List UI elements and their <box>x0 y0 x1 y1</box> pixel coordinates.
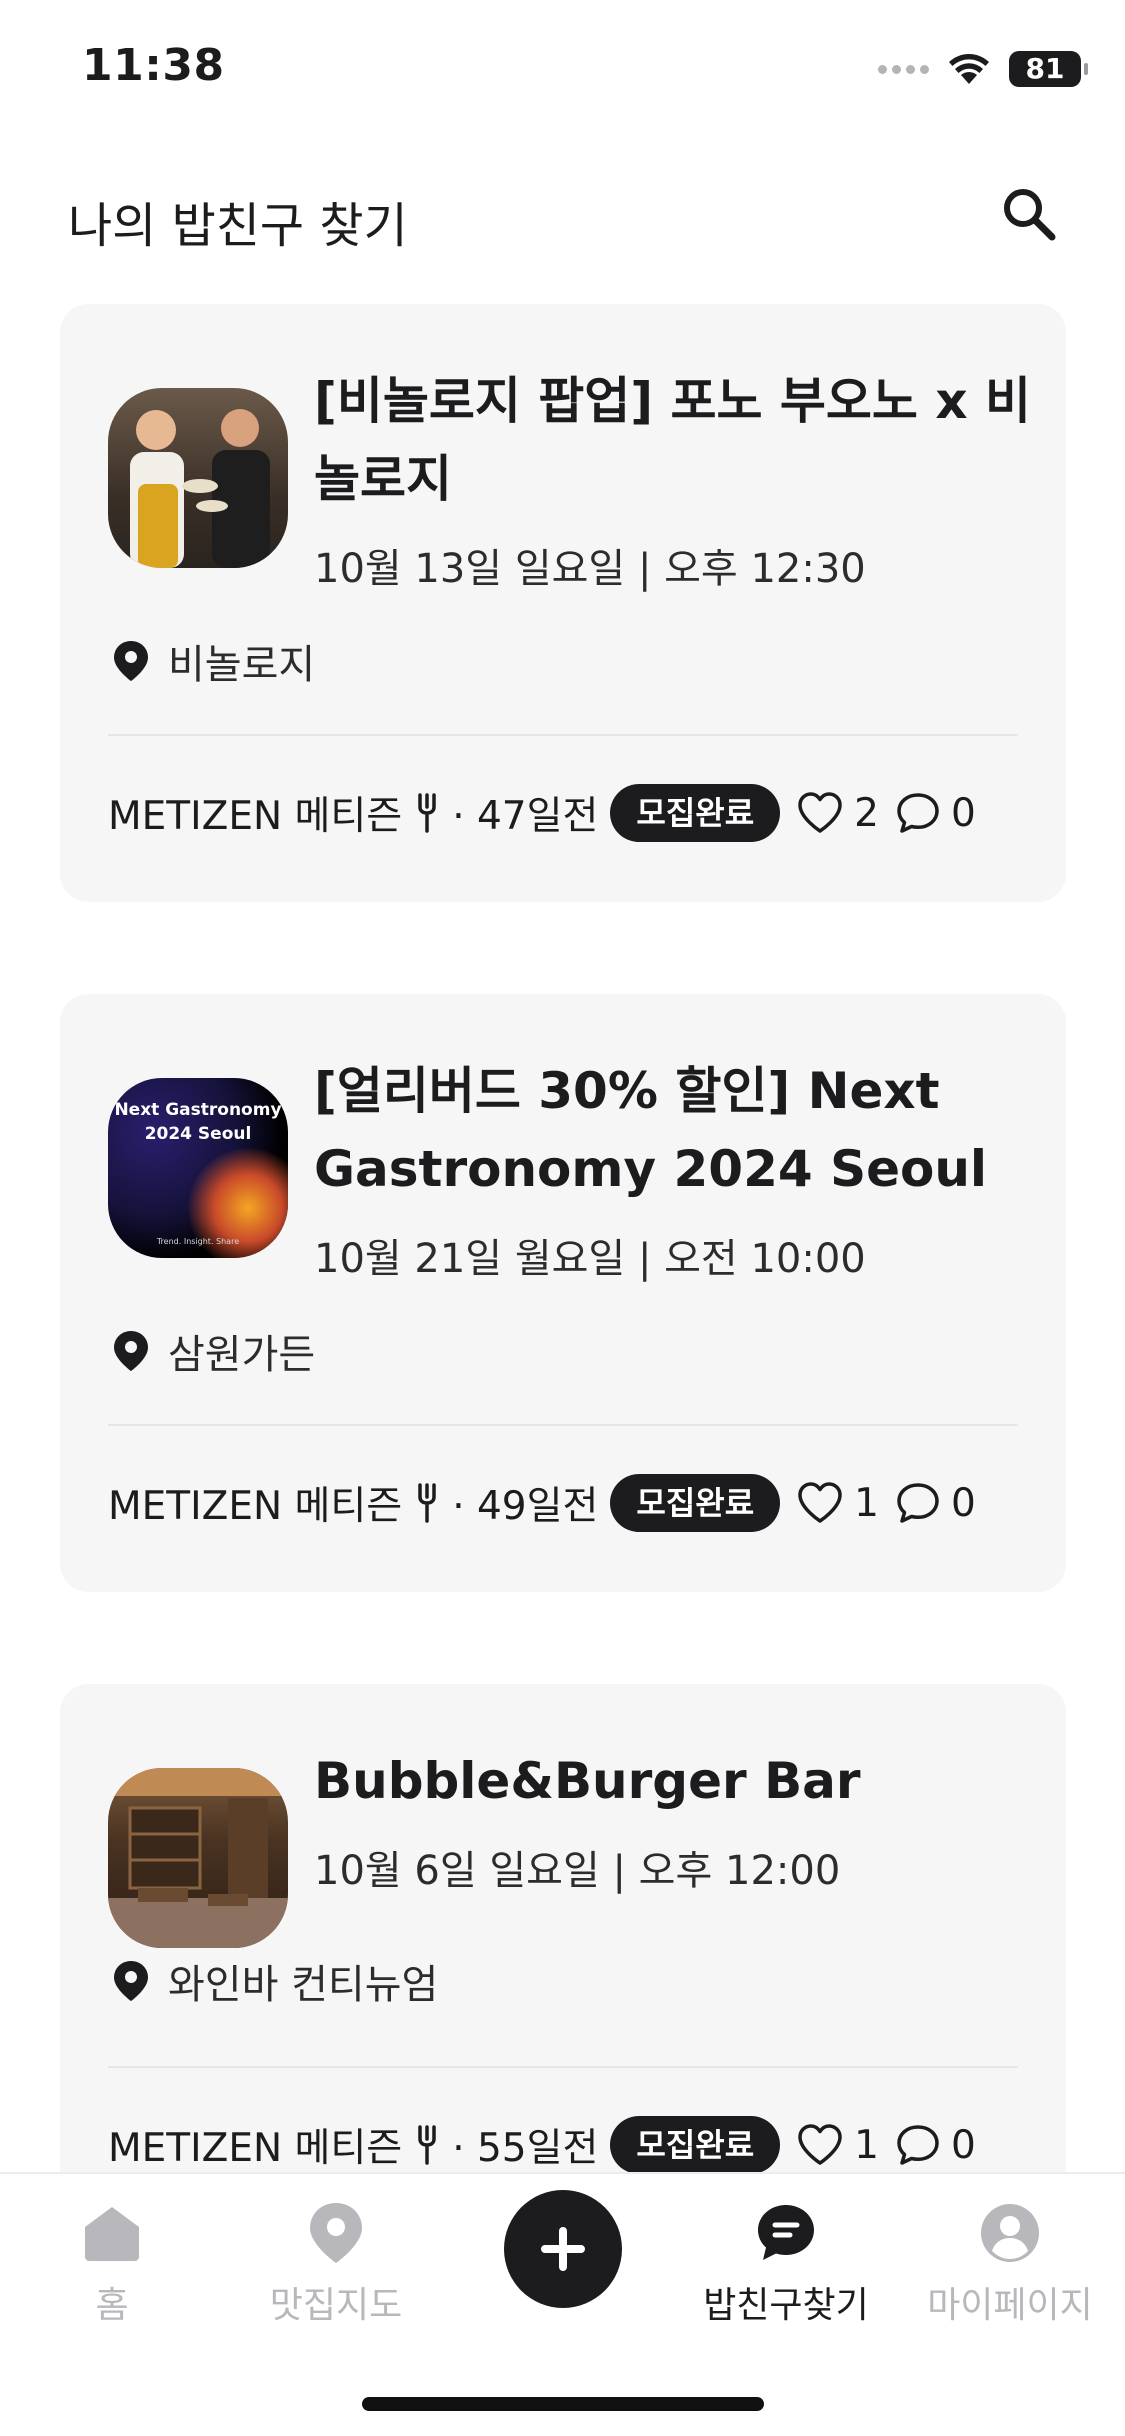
post-location: 삼원가든 <box>112 1322 315 1380</box>
post-date: 10월 21일 월요일 | 오전 10:00 <box>314 1236 866 1282</box>
status-time: 11:38 <box>82 40 225 91</box>
post-thumbnail <box>108 1768 288 1948</box>
comment-count: 0 <box>950 790 976 836</box>
heart-icon <box>798 1482 842 1523</box>
user-avatar-icon <box>910 2198 1110 2268</box>
post-title: [얼리버드 30% 할인] Next Gastronomy 2024 Seoul <box>314 1062 988 1198</box>
search-button[interactable] <box>993 178 1065 250</box>
post-date: 10월 13일 일요일 | 오후 12:30 <box>314 546 866 592</box>
chat-bubble-icon <box>686 2198 886 2268</box>
post-meta: METIZEN 메티즌 · 55일전 모집완료 1 0 <box>108 2116 1018 2174</box>
comment-button[interactable]: 0 <box>895 1481 976 1526</box>
comment-count: 0 <box>950 1480 976 1526</box>
comment-count: 0 <box>950 2122 976 2168</box>
post-author: METIZEN 메티즌 <box>108 1484 403 1529</box>
status-bar: 11:38 81 <box>0 0 1125 130</box>
post-meta: METIZEN 메티즌 · 47일전 모집완료 2 0 <box>108 784 1018 842</box>
thumbnail-tagline: Trend. Insight. Share <box>156 1237 240 1246</box>
thumbnail-title: Next Gastronomy 2024 Seoul <box>114 1100 282 1144</box>
page-header: 나의 밥친구 찾기 <box>0 170 1125 260</box>
post-meta: METIZEN 메티즌 · 49일전 모집완료 1 0 <box>108 1474 1018 1532</box>
like-count: 1 <box>854 1480 879 1526</box>
status-indicators: 81 <box>878 48 1088 90</box>
tab-mypage[interactable]: 마이페이지 <box>910 2198 1110 2328</box>
location-name: 비놀로지 <box>168 642 316 688</box>
create-post-button[interactable] <box>504 2190 622 2308</box>
location-pin-icon <box>114 1331 148 1371</box>
page-title: 나의 밥친구 찾기 <box>68 198 408 254</box>
like-count: 2 <box>854 790 879 836</box>
tab-find-friends[interactable]: 밥친구찾기 <box>686 2198 886 2328</box>
fork-icon <box>416 793 438 833</box>
comment-icon <box>897 2125 939 2165</box>
tab-label: 맛집지도 <box>269 2285 403 2326</box>
post-date: 10월 6일 일요일 | 오후 12:00 <box>314 1848 841 1894</box>
post-location: 비놀로지 <box>112 632 315 690</box>
home-indicator <box>362 2397 764 2411</box>
like-count: 1 <box>854 2122 879 2168</box>
cellular-signal-icon <box>878 64 929 74</box>
post-author: METIZEN 메티즌 <box>108 2126 403 2171</box>
comment-button[interactable]: 0 <box>895 791 976 836</box>
tab-label: 홈 <box>95 2285 129 2326</box>
post-time-ago: · 47일전 <box>452 794 599 839</box>
plus-icon <box>541 2227 585 2271</box>
post-title: Bubble&Burger Bar <box>314 1752 861 1810</box>
tab-label: 밥친구찾기 <box>703 2285 869 2326</box>
status-badge: 모집완료 <box>610 784 781 842</box>
tab-map[interactable]: 맛집지도 <box>236 2198 436 2328</box>
map-pin-icon <box>236 2198 436 2268</box>
post-card[interactable]: Next Gastronomy 2024 Seoul Trend. Insigh… <box>60 994 1066 1592</box>
divider <box>108 1424 1018 1426</box>
fork-icon <box>416 2125 438 2165</box>
post-thumbnail <box>108 388 288 568</box>
like-button[interactable]: 1 <box>796 1481 879 1526</box>
tab-label: 마이페이지 <box>927 2285 1093 2326</box>
post-author: METIZEN 메티즌 <box>108 794 403 839</box>
post-location: 와인바 컨티뉴엄 <box>112 1952 438 2010</box>
like-button[interactable]: 2 <box>796 791 879 836</box>
location-pin-icon <box>114 641 148 681</box>
post-time-ago: · 55일전 <box>452 2126 599 2171</box>
like-button[interactable]: 1 <box>796 2123 879 2168</box>
location-name: 와인바 컨티뉴엄 <box>168 1962 439 2008</box>
wifi-icon <box>949 54 989 84</box>
comment-icon <box>897 793 939 833</box>
heart-icon <box>798 2124 842 2165</box>
status-badge: 모집완료 <box>610 2116 781 2174</box>
fork-icon <box>416 1483 438 1523</box>
post-card[interactable]: [비놀로지 팝업] 포노 부오노 x 비놀로지 10월 13일 일요일 | 오후… <box>60 304 1066 902</box>
divider <box>108 2066 1018 2068</box>
status-badge: 모집완료 <box>610 1474 781 1532</box>
post-thumbnail: Next Gastronomy 2024 Seoul Trend. Insigh… <box>108 1078 288 1258</box>
location-name: 삼원가든 <box>168 1332 316 1378</box>
location-pin-icon <box>114 1961 148 2001</box>
heart-icon <box>798 792 842 833</box>
divider <box>108 734 1018 736</box>
post-time-ago: · 49일전 <box>452 1484 599 1529</box>
comment-icon <box>897 1483 939 1523</box>
post-title: [비놀로지 팝업] 포노 부오노 x 비놀로지 <box>314 372 1031 508</box>
tab-home[interactable]: 홈 <box>12 2198 212 2328</box>
search-icon <box>1004 189 1056 241</box>
comment-button[interactable]: 0 <box>895 2123 976 2168</box>
home-icon <box>12 2198 212 2268</box>
battery-indicator: 81 <box>1009 51 1088 87</box>
post-list: [비놀로지 팝업] 포노 부오노 x 비놀로지 10월 13일 일요일 | 오후… <box>60 304 1066 2374</box>
